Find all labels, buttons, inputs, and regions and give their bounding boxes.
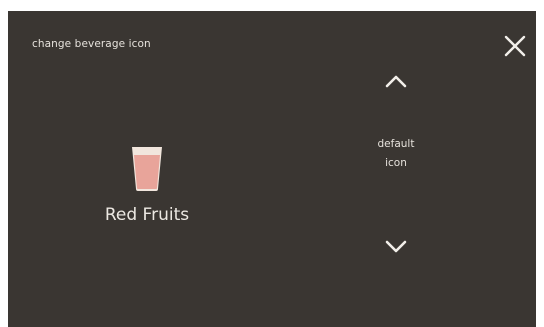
selected-icon-label: default icon	[346, 135, 446, 173]
close-icon	[504, 35, 526, 57]
page-title: change beverage icon	[32, 38, 151, 50]
chevron-down-icon	[385, 240, 407, 253]
icon-label-line2: icon	[385, 157, 407, 169]
chevron-up-icon	[385, 75, 407, 88]
icon-label-line1: default	[377, 138, 415, 150]
beverage-preview: Red Fruits	[72, 141, 222, 241]
close-button[interactable]	[500, 31, 530, 61]
beverage-icon-screen: change beverage icon Red Fruits default …	[8, 11, 536, 327]
next-icon-button[interactable]	[376, 233, 416, 261]
previous-icon-button[interactable]	[376, 67, 416, 95]
cup-icon	[128, 143, 166, 193]
beverage-name: Red Fruits	[104, 205, 190, 225]
